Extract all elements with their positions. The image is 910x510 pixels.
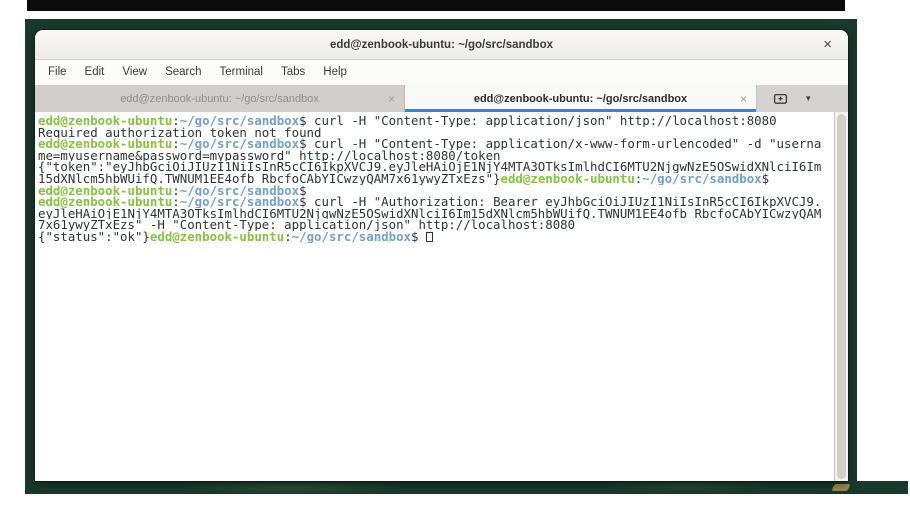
terminal-output: edd@zenbook-ubuntu:~/go/src/sandbox$ cur… xyxy=(38,115,848,243)
scrollbar[interactable] xyxy=(834,112,848,481)
tab-label: edd@zenbook-ubuntu: ~/go/src/sandbox xyxy=(473,92,688,105)
tab-terminal-2[interactable]: edd@zenbook-ubuntu: ~/go/src/sandbox × xyxy=(405,85,757,112)
menu-bar: File Edit View Search Terminal Tabs Help xyxy=(35,60,848,85)
terminal-text-segment: edd@zenbook-ubuntu xyxy=(38,138,173,150)
terminal-text-segment: ~/go/src/sandbox xyxy=(179,115,300,127)
terminal-text-segment: $ curl -H "Content-Type: application/jso… xyxy=(299,115,777,127)
terminal-text-segment: edd@zenbook-ubuntu xyxy=(149,230,285,243)
wallpaper-bottom-strip xyxy=(25,481,908,494)
menu-item-terminal[interactable]: Terminal xyxy=(211,60,272,85)
menu-item-file[interactable]: File xyxy=(39,60,76,85)
terminal-line: edd@zenbook-ubuntu:~/go/src/sandbox$ cur… xyxy=(38,138,848,150)
terminal-line: edd@zenbook-ubuntu:~/go/src/sandbox$ xyxy=(38,185,848,197)
terminal-text-segment: 15dXNlcm5hbWUifQ.TWNUM1EE4ofb_RbcfoCAbYI… xyxy=(38,172,501,185)
window-title: edd@zenbook-ubuntu: ~/go/src/sandbox xyxy=(329,38,553,51)
terminal-text-segment: $ xyxy=(299,184,307,197)
close-icon[interactable]: × xyxy=(823,36,832,51)
tab-bar: edd@zenbook-ubuntu: ~/go/src/sandbox × e… xyxy=(35,85,848,112)
terminal-line: {"status":"ok"}edd@zenbook-ubuntu:~/go/s… xyxy=(38,231,848,243)
tab-close-icon[interactable]: × xyxy=(740,92,747,104)
terminal-line: {"token":"eyJhbGciOiJIUzI1NiIsInR5cCI6Ik… xyxy=(38,161,848,173)
terminal-text-segment: ~/go/src/sandbox xyxy=(179,184,300,197)
terminal-text-segment: ~/go/src/sandbox xyxy=(179,196,300,208)
terminal-text-segment: ~/go/src/sandbox xyxy=(642,172,762,185)
menu-item-search[interactable]: Search xyxy=(156,60,210,85)
terminal-text-segment: $ xyxy=(411,230,426,243)
terminal-text-segment: me=myusername&password=mypassword" http:… xyxy=(38,149,501,162)
terminal-text-segment: {"token":"eyJhbGciOiJIUzI1NiIsInR5cCI6Ik… xyxy=(38,161,822,173)
terminal-text-segment: edd@zenbook-ubuntu xyxy=(38,196,173,208)
terminal-line: edd@zenbook-ubuntu:~/go/src/sandbox$ cur… xyxy=(38,196,848,208)
menu-item-view[interactable]: View xyxy=(113,60,156,85)
terminal-text-segment: $ xyxy=(761,172,770,185)
top-panel xyxy=(27,0,845,11)
terminal-text-segment: Required authorization token not found xyxy=(38,126,322,139)
tab-bar-extras: ▾ xyxy=(757,85,848,112)
terminal-cursor xyxy=(425,231,433,242)
scrollbar-thumb[interactable] xyxy=(837,114,846,479)
title-bar[interactable]: edd@zenbook-ubuntu: ~/go/src/sandbox × xyxy=(35,30,848,60)
terminal-line: eyJleHAiOjE1NjY4MTA3OTksImlhdCI6MTU2Njgw… xyxy=(38,208,848,220)
terminal-text-segment: : xyxy=(172,138,180,150)
terminal-screen[interactable]: edd@zenbook-ubuntu:~/go/src/sandbox$ cur… xyxy=(35,112,848,481)
tab-close-icon[interactable]: × xyxy=(388,92,395,104)
new-tab-button[interactable] xyxy=(773,92,788,105)
terminal-text-segment: edd@zenbook-ubuntu xyxy=(38,115,173,127)
terminal-line: Required authorization token not found xyxy=(38,127,848,139)
tab-new-icon xyxy=(773,93,788,104)
terminal-window: edd@zenbook-ubuntu: ~/go/src/sandbox × F… xyxy=(35,30,848,481)
terminal-line: 7x61ywyZTxEzs" -H "Content-Type: applica… xyxy=(38,219,848,231)
menu-item-help[interactable]: Help xyxy=(314,60,356,85)
terminal-line: edd@zenbook-ubuntu:~/go/src/sandbox$ cur… xyxy=(38,115,848,127)
terminal-text-segment: : xyxy=(172,196,180,208)
terminal-text-segment: ~/go/src/sandbox xyxy=(179,138,300,150)
terminal-text-segment: 7x61ywyZTxEzs" -H "Content-Type: applica… xyxy=(38,219,576,231)
terminal-text-segment: : xyxy=(172,184,180,197)
terminal-text-segment: eyJleHAiOjE1NjY4MTA3OTksImlhdCI6MTU2Njgw… xyxy=(38,207,822,220)
terminal-text-segment: edd@zenbook-ubuntu xyxy=(500,172,635,185)
terminal-text-segment: : xyxy=(172,115,180,127)
menu-item-edit[interactable]: Edit xyxy=(76,60,114,85)
desktop: edd@zenbook-ubuntu: ~/go/src/sandbox × F… xyxy=(0,0,910,510)
terminal-text-segment: $ curl -H "Content-Type: application/x-w… xyxy=(299,138,822,150)
tab-terminal-1[interactable]: edd@zenbook-ubuntu: ~/go/src/sandbox × xyxy=(35,85,405,112)
terminal-line: me=myusername&password=mypassword" http:… xyxy=(38,150,848,162)
terminal-text-segment: $ curl -H "Authorization: Bearer eyJhbGc… xyxy=(299,196,822,208)
terminal-line: 15dXNlcm5hbWUifQ.TWNUM1EE4ofb_RbcfoCAbYI… xyxy=(38,173,848,185)
tab-label: edd@zenbook-ubuntu: ~/go/src/sandbox xyxy=(120,92,319,105)
wallpaper-highlight xyxy=(831,484,851,491)
terminal-text-segment: {"status":"ok"} xyxy=(38,230,150,243)
terminal-text-segment: : xyxy=(284,230,292,243)
terminal-text-segment: ~/go/src/sandbox xyxy=(291,230,412,243)
terminal-text-segment: edd@zenbook-ubuntu xyxy=(38,184,173,197)
chevron-down-icon[interactable]: ▾ xyxy=(806,94,811,103)
menu-item-tabs[interactable]: Tabs xyxy=(272,60,314,85)
